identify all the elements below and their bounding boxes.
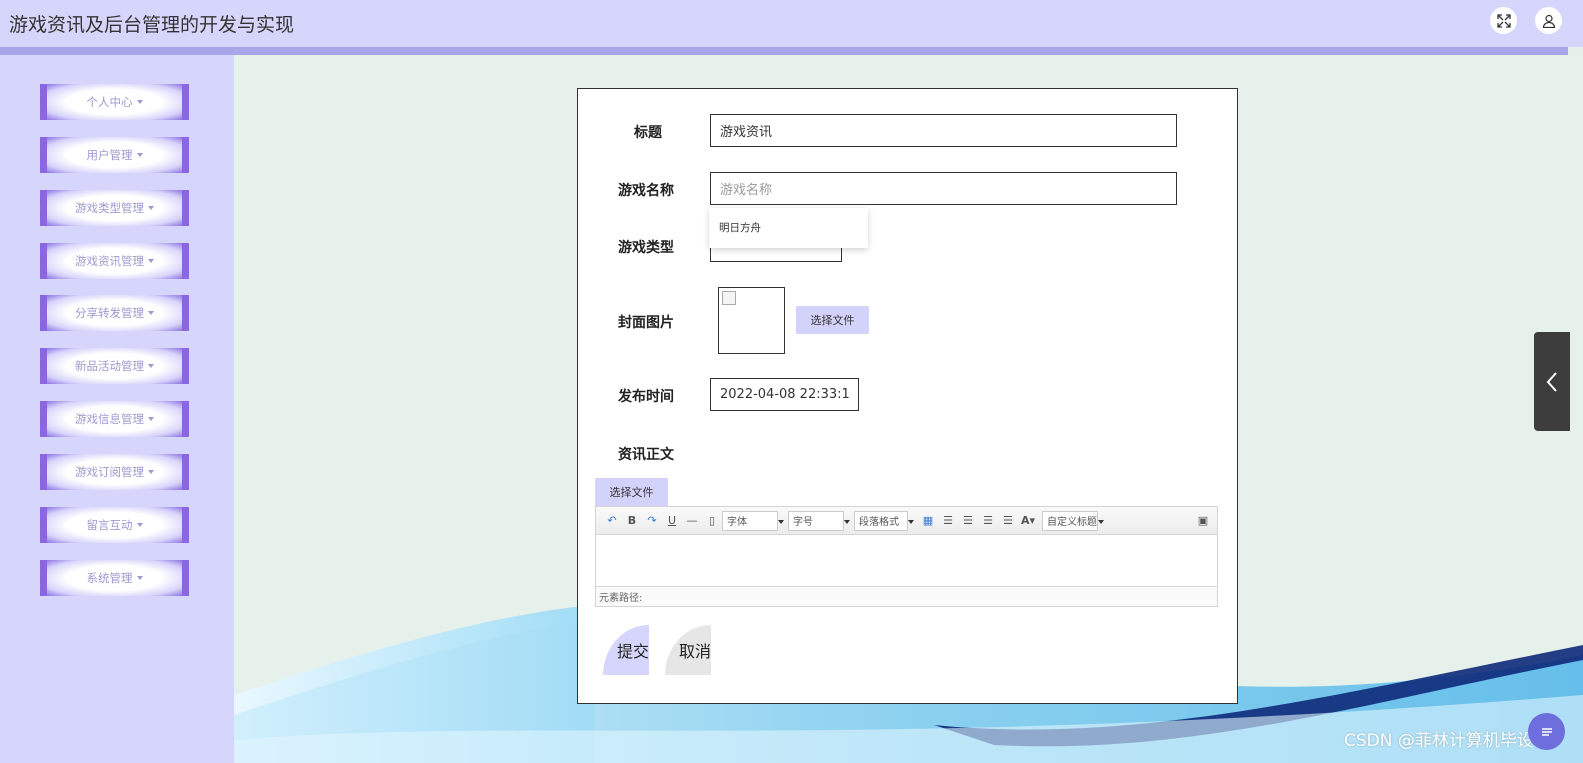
- element-path: 元素路径:: [596, 586, 1217, 606]
- sidebar-item-label: 游戏资讯管理: [75, 254, 144, 268]
- sidebar-item-label: 用户管理: [86, 148, 133, 162]
- sidebar-item-share-management[interactable]: 分享转发管理: [40, 295, 189, 331]
- cover-image-preview: [718, 287, 785, 354]
- editor-content-area[interactable]: [596, 535, 1217, 586]
- publish-time-input[interactable]: 2022-04-08 22:33:1: [710, 378, 859, 411]
- top-bar: 游戏资讯及后台管理的开发与实现: [0, 0, 1583, 47]
- broken-image-icon: [722, 291, 736, 305]
- game-name-label: 游戏名称: [618, 183, 674, 199]
- chevron-down-icon: [148, 364, 154, 368]
- horizontal-rule-icon[interactable]: —: [682, 512, 702, 530]
- user-icon[interactable]: [1535, 7, 1562, 34]
- cancel-button[interactable]: 取消: [665, 625, 711, 675]
- game-name-input[interactable]: 游戏名称: [710, 172, 1177, 205]
- watermark: CSDN @菲林计算机毕设: [1344, 731, 1534, 751]
- undo-icon[interactable]: ↶: [602, 512, 622, 530]
- font-select[interactable]: 字体: [722, 510, 784, 531]
- sidebar-item-game-subscription-management[interactable]: 游戏订阅管理: [40, 454, 189, 490]
- source-code-icon[interactable]: ▣: [1193, 512, 1213, 530]
- chevron-down-icon: [136, 576, 143, 580]
- title-label: 标题: [634, 125, 662, 141]
- chevron-down-icon: [148, 259, 154, 263]
- sidebar-item-personal-center[interactable]: 个人中心: [40, 84, 189, 120]
- align-justify-icon[interactable]: ☰: [998, 512, 1018, 530]
- news-form: 标题 游戏资讯 游戏名称 游戏名称 游戏类型 明日方舟 封面图片 选择文件 发布…: [577, 88, 1238, 704]
- rich-text-editor: ↶ B ↷ U — ▯ 字体 字号 段落格式 ▦ ☰ ☰ ☰ ☰ A▾ 自定义标…: [595, 506, 1218, 607]
- sidebar-item-message-interaction[interactable]: 留言互动: [40, 507, 189, 543]
- collapse-panel-tab[interactable]: [1534, 332, 1570, 431]
- game-type-label: 游戏类型: [618, 240, 674, 256]
- content-label: 资讯正文: [618, 447, 674, 463]
- sidebar-item-label: 新品活动管理: [75, 359, 144, 373]
- sidebar-item-label: 游戏信息管理: [75, 412, 144, 426]
- editor-toolbar: ↶ B ↷ U — ▯ 字体 字号 段落格式 ▦ ☰ ☰ ☰ ☰ A▾ 自定义标…: [596, 507, 1217, 535]
- fullscreen-icon[interactable]: [1490, 7, 1517, 34]
- font-color-icon[interactable]: A▾: [1018, 512, 1038, 530]
- chat-bubble-icon[interactable]: [1528, 713, 1565, 750]
- sidebar-item-label: 游戏订阅管理: [75, 465, 144, 479]
- bold-icon[interactable]: B: [622, 512, 642, 530]
- editor-choose-file-button[interactable]: 选择文件: [595, 478, 668, 506]
- redo-icon[interactable]: ↷: [642, 512, 662, 530]
- align-left-icon[interactable]: ☰: [938, 512, 958, 530]
- page-icon[interactable]: ▯: [702, 512, 722, 530]
- paragraph-format-select[interactable]: 段落格式: [854, 510, 914, 531]
- sidebar-item-game-type-management[interactable]: 游戏类型管理: [40, 190, 189, 226]
- table-icon[interactable]: ▦: [918, 512, 938, 530]
- sidebar-item-new-event-management[interactable]: 新品活动管理: [40, 348, 189, 384]
- sidebar-item-label: 留言互动: [86, 518, 133, 532]
- sidebar: 个人中心 用户管理 游戏类型管理 游戏资讯管理 分享转发管理 新品活动管理 游戏…: [0, 55, 234, 763]
- sidebar-item-user-management[interactable]: 用户管理: [40, 137, 189, 173]
- chevron-down-icon: [148, 311, 154, 315]
- cover-label: 封面图片: [618, 315, 674, 331]
- sidebar-item-game-info-management[interactable]: 游戏信息管理: [40, 401, 189, 437]
- chevron-down-icon: [136, 100, 143, 104]
- choose-cover-file-button[interactable]: 选择文件: [796, 306, 869, 334]
- sidebar-item-label: 个人中心: [86, 95, 133, 109]
- chevron-down-icon: [148, 470, 154, 474]
- chevron-down-icon: [136, 153, 143, 157]
- chevron-left-icon: [1546, 371, 1557, 392]
- custom-title-select[interactable]: 自定义标题: [1042, 510, 1104, 531]
- sidebar-item-label: 系统管理: [86, 571, 133, 585]
- game-name-suggestion[interactable]: 明日方舟: [709, 208, 868, 248]
- sidebar-item-label: 游戏类型管理: [75, 201, 144, 215]
- chevron-down-icon: [148, 206, 154, 210]
- header-divider: [0, 47, 1568, 55]
- sidebar-item-system-management[interactable]: 系统管理: [40, 560, 189, 596]
- underline-icon[interactable]: U: [662, 512, 682, 530]
- sidebar-item-game-news-management[interactable]: 游戏资讯管理: [40, 243, 189, 279]
- align-right-icon[interactable]: ☰: [958, 512, 978, 530]
- chevron-down-icon: [148, 417, 154, 421]
- font-size-select[interactable]: 字号: [788, 510, 850, 531]
- title-input[interactable]: 游戏资讯: [710, 114, 1177, 147]
- chevron-down-icon: [136, 523, 143, 527]
- align-center-icon[interactable]: ☰: [978, 512, 998, 530]
- submit-button[interactable]: 提交: [603, 625, 649, 675]
- sidebar-item-label: 分享转发管理: [75, 306, 144, 320]
- app-title: 游戏资讯及后台管理的开发与实现: [9, 14, 295, 36]
- publish-time-label: 发布时间: [618, 389, 674, 405]
